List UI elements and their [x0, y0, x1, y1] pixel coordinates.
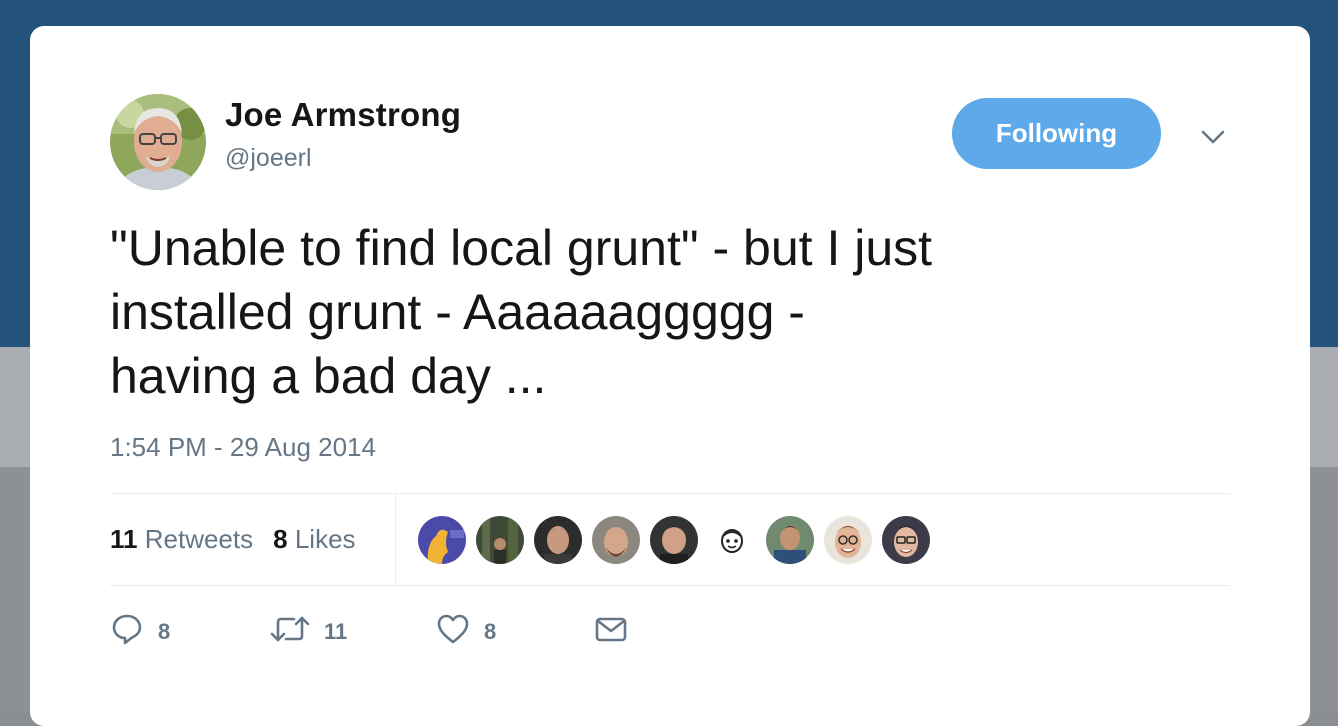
divider: [110, 493, 1230, 494]
liker-avatar[interactable]: [708, 516, 756, 564]
liker-avatar[interactable]: [650, 516, 698, 564]
retweet-count: 11: [324, 619, 348, 644]
tweet-text-line: "Unable to find local grunt" - but I jus…: [110, 220, 933, 276]
tweet-text: "Unable to find local grunt" - but I jus…: [110, 216, 1110, 408]
following-button[interactable]: Following: [952, 98, 1161, 169]
liker-avatar[interactable]: [882, 516, 930, 564]
retweet-icon: [270, 612, 310, 652]
like-button[interactable]: 8: [436, 612, 496, 652]
tweet-card: Joe Armstrong @joeerl Following "Unable …: [30, 26, 1310, 726]
liker-avatar[interactable]: [766, 516, 814, 564]
tweet-text-line: installed grunt - Aaaaaaggggg -: [110, 284, 805, 340]
tweet-stats: 11 Retweets 8 Likes: [110, 524, 356, 555]
retweets-count: 11: [110, 524, 138, 554]
heart-icon: [436, 612, 470, 652]
divider: [110, 585, 1230, 586]
user-name[interactable]: Joe Armstrong: [225, 96, 461, 134]
tweet-text-line: having a bad day ...: [110, 348, 547, 404]
likes-stat[interactable]: 8 Likes: [273, 524, 355, 555]
chevron-down-icon[interactable]: [1198, 122, 1228, 152]
tweet-timestamp[interactable]: 1:54 PM - 29 Aug 2014: [110, 432, 376, 463]
retweet-button[interactable]: 11: [270, 612, 347, 652]
like-count: 8: [484, 619, 497, 644]
retweets-stat[interactable]: 11 Retweets: [110, 524, 253, 555]
reply-button[interactable]: 8: [110, 612, 170, 652]
liker-avatar[interactable]: [592, 516, 640, 564]
reply-count: 8: [158, 619, 171, 644]
reply-icon: [110, 612, 144, 652]
likes-label: Likes: [294, 524, 356, 554]
liker-avatar[interactable]: [534, 516, 582, 564]
user-handle[interactable]: @joeerl: [225, 144, 312, 173]
message-icon: [594, 612, 628, 652]
direct-message-button[interactable]: [594, 612, 628, 652]
likes-count: 8: [273, 524, 288, 554]
liker-avatar[interactable]: [476, 516, 524, 564]
retweets-label: Retweets: [144, 524, 254, 554]
liker-avatar[interactable]: [824, 516, 872, 564]
liker-avatar[interactable]: [418, 516, 466, 564]
stats-separator: [395, 494, 396, 586]
avatar[interactable]: [110, 94, 206, 190]
liker-avatars: [418, 516, 930, 564]
